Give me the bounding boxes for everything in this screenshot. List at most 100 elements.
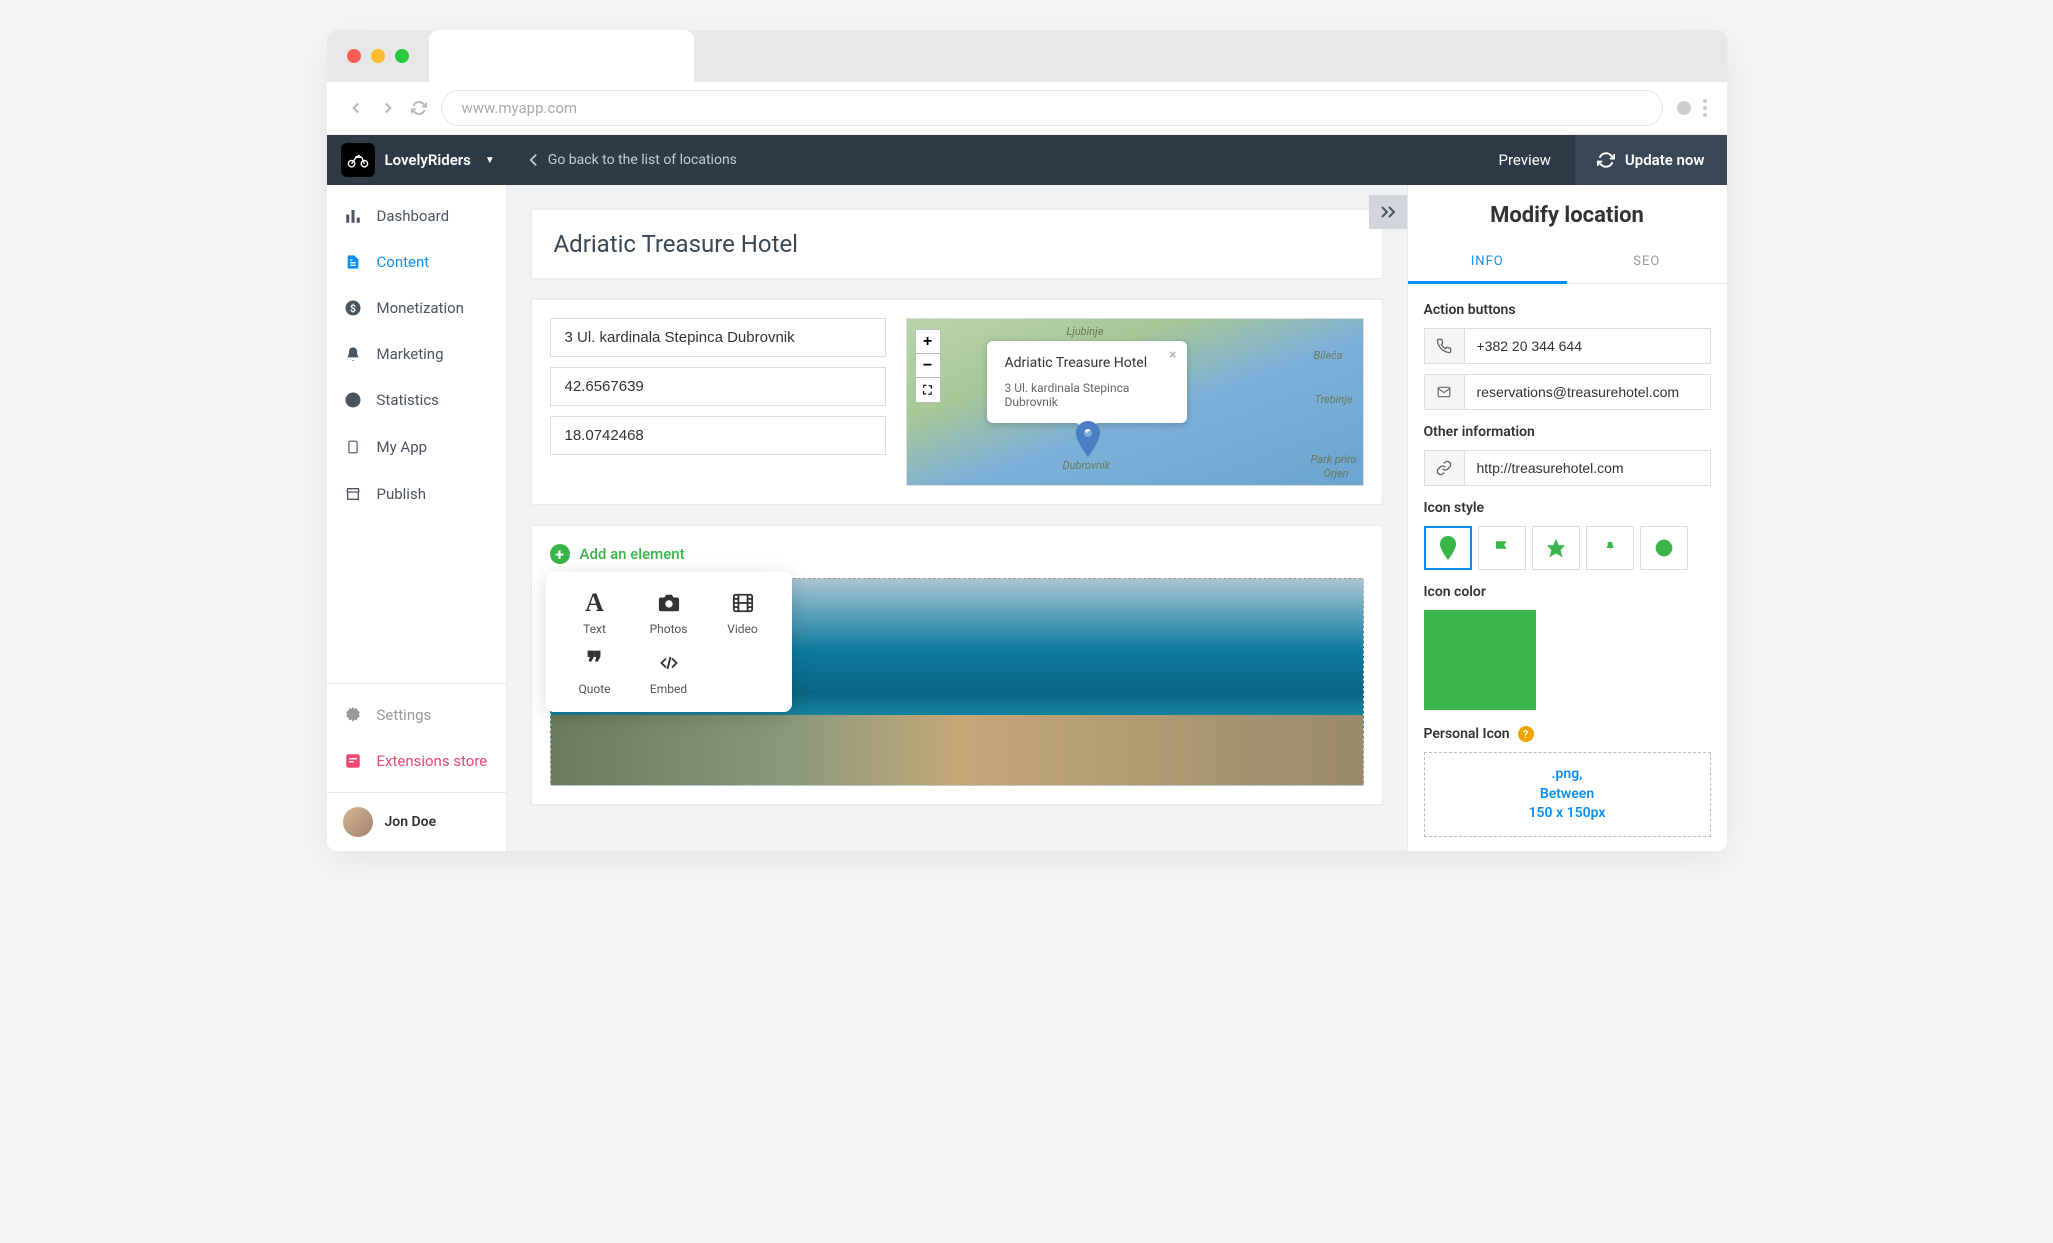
main-area: Adriatic Treasure Hotel + − ⛶ Ljubinje B…	[507, 185, 1407, 851]
map-popup-title: Adriatic Treasure Hotel	[1005, 355, 1169, 371]
address-input[interactable]	[550, 318, 886, 357]
icon-style-label: Icon style	[1424, 500, 1711, 516]
sidebar-item-publish[interactable]: Publish	[327, 471, 506, 517]
panel-title: Modify location	[1408, 185, 1727, 242]
sidebar-item-marketing[interactable]: Marketing	[327, 331, 506, 377]
map-pin-icon	[1075, 421, 1101, 461]
sidebar-item-monetization[interactable]: $ Monetization	[327, 285, 506, 331]
email-icon	[1424, 374, 1464, 410]
picker-quote[interactable]: ❞ Quote	[562, 648, 628, 696]
preview-button[interactable]: Preview	[1475, 151, 1575, 169]
map-popup: × Adriatic Treasure Hotel 3 Ul. kardinal…	[987, 341, 1187, 423]
map-place-label: Orjen	[1323, 467, 1348, 480]
icon-style-circle[interactable]	[1640, 526, 1688, 570]
sidebar-item-label: Content	[377, 253, 430, 271]
sidebar-item-label: My App	[377, 438, 428, 456]
maximize-window-button[interactable]	[395, 49, 409, 63]
go-back-label: Go back to the list of locations	[548, 152, 737, 168]
close-icon[interactable]: ×	[1169, 347, 1176, 363]
personal-icon-label: Personal Icon	[1424, 726, 1510, 742]
back-button[interactable]	[347, 99, 365, 117]
title-card: Adriatic Treasure Hotel	[531, 209, 1383, 279]
minimize-window-button[interactable]	[371, 49, 385, 63]
help-icon[interactable]: ?	[1518, 726, 1534, 742]
user-name: Jon Doe	[385, 814, 437, 830]
browser-chrome: www.myapp.com	[327, 30, 1727, 135]
bell-icon	[343, 345, 363, 363]
icon-style-pushpin[interactable]	[1586, 526, 1634, 570]
plus-icon: +	[550, 544, 570, 564]
icon-color-label: Icon color	[1424, 584, 1711, 600]
picker-photos[interactable]: Photos	[636, 588, 702, 636]
sidebar-item-label: Dashboard	[377, 207, 450, 225]
sidebar-item-label: Monetization	[377, 299, 464, 317]
text-icon: A	[585, 588, 604, 618]
icon-style-flag[interactable]	[1478, 526, 1526, 570]
browser-tab[interactable]	[429, 30, 694, 82]
brand-logo-icon	[341, 143, 375, 177]
map-controls: + − ⛶	[915, 329, 941, 403]
brand-selector[interactable]: LovelyRiders ▼	[327, 143, 509, 177]
refresh-icon	[1597, 151, 1615, 169]
traffic-lights	[347, 49, 409, 63]
zoom-out-button[interactable]: −	[916, 354, 940, 378]
zoom-in-button[interactable]: +	[916, 330, 940, 354]
url-bar[interactable]: www.myapp.com	[441, 90, 1663, 126]
pie-chart-icon	[343, 391, 363, 409]
bar-chart-icon	[343, 207, 363, 225]
profile-icon[interactable]	[1677, 101, 1691, 115]
upload-drop-zone[interactable]: .png, Between 150 x 150px	[1424, 752, 1711, 837]
icon-style-star[interactable]	[1532, 526, 1580, 570]
forward-button[interactable]	[379, 99, 397, 117]
document-icon	[343, 253, 363, 271]
tab-seo[interactable]: SEO	[1567, 242, 1727, 283]
sidebar-item-extensions[interactable]: Extensions store	[327, 738, 506, 784]
sidebar-item-settings[interactable]: Settings	[327, 692, 506, 738]
sidebar-item-label: Publish	[377, 485, 426, 503]
map-place-label: Ljubinje	[1067, 325, 1104, 338]
elements-card: + Add an element A Text Photos Video	[531, 525, 1383, 805]
browser-menu-icon[interactable]	[1703, 99, 1707, 117]
code-icon	[656, 648, 682, 678]
reload-button[interactable]	[411, 100, 427, 116]
brand-name: LovelyRiders	[385, 151, 471, 169]
phone-input[interactable]	[1464, 328, 1711, 364]
sidebar-item-label: Statistics	[377, 391, 439, 409]
map-place-label: Bileća	[1314, 349, 1343, 362]
sidebar-item-myapp[interactable]: My App	[327, 423, 506, 471]
panel-tabs: INFO SEO	[1408, 242, 1727, 284]
browser-right-controls	[1677, 99, 1707, 117]
collapse-panel-button[interactable]	[1369, 195, 1407, 229]
sidebar-item-content[interactable]: Content	[327, 239, 506, 285]
phone-icon	[1424, 328, 1464, 364]
latitude-input[interactable]	[550, 367, 886, 406]
picker-text[interactable]: A Text	[562, 588, 628, 636]
email-input[interactable]	[1464, 374, 1711, 410]
sidebar-item-label: Marketing	[377, 345, 444, 363]
add-element-button[interactable]: + Add an element	[550, 544, 1364, 564]
sidebar-item-dashboard[interactable]: Dashboard	[327, 193, 506, 239]
color-swatch[interactable]	[1424, 610, 1536, 710]
chevron-left-icon	[529, 152, 538, 168]
map-place-label: Trebinje	[1315, 393, 1353, 406]
smartphone-icon	[343, 437, 363, 457]
action-buttons-label: Action buttons	[1424, 302, 1711, 318]
picker-embed[interactable]: Embed	[636, 648, 702, 696]
url-input[interactable]	[1464, 450, 1711, 486]
close-window-button[interactable]	[347, 49, 361, 63]
update-now-label: Update now	[1625, 151, 1705, 169]
user-menu[interactable]: Jon Doe	[327, 792, 506, 851]
store-icon	[343, 486, 363, 502]
map[interactable]: + − ⛶ Ljubinje Bileća Trebinje Dubrovnik…	[906, 318, 1364, 486]
icon-style-pin[interactable]	[1424, 526, 1472, 570]
link-icon	[1424, 450, 1464, 486]
picker-video[interactable]: Video	[710, 588, 776, 636]
chevron-down-icon: ▼	[485, 155, 495, 166]
go-back-link[interactable]: Go back to the list of locations	[509, 152, 757, 168]
longitude-input[interactable]	[550, 416, 886, 455]
sidebar-item-statistics[interactable]: Statistics	[327, 377, 506, 423]
update-now-button[interactable]: Update now	[1575, 135, 1727, 185]
app-header: LovelyRiders ▼ Go back to the list of lo…	[327, 135, 1727, 185]
tab-info[interactable]: INFO	[1408, 242, 1568, 284]
fullscreen-button[interactable]: ⛶	[916, 378, 940, 402]
